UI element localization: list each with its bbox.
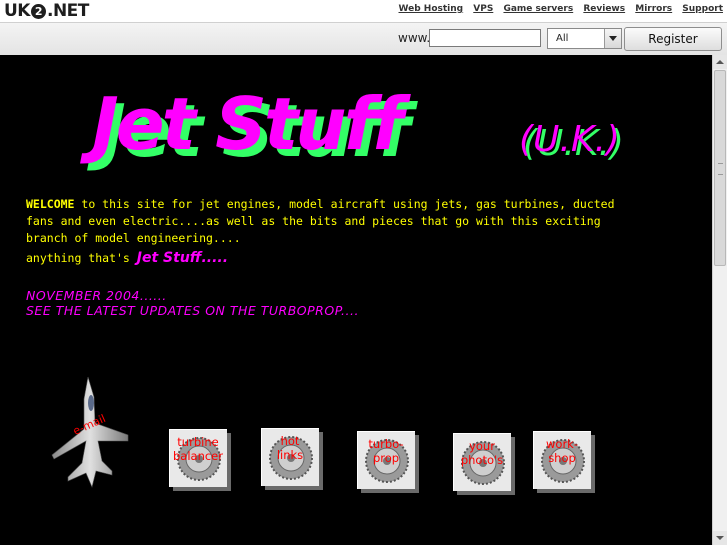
turboprop-button[interactable]: turbo-prop (357, 431, 419, 493)
site-title: Jet Stuff (92, 82, 403, 166)
jet-stuff-page: Jet Stuff (U.K.) WELCOME to this site fo… (0, 55, 712, 545)
label-line-2: shop (548, 451, 576, 465)
welcome-text: WELCOME to this site for jet engines, mo… (26, 196, 666, 247)
welcome-line-3: branch of model engineering.... (26, 231, 241, 245)
hot-links-button[interactable]: hot links (261, 428, 323, 490)
label-line-1: turbo- (368, 437, 404, 451)
link-support[interactable]: Support (682, 4, 723, 14)
domain-search-bar: www. All Register Domain (0, 22, 727, 69)
logo-text-uk: UK (4, 1, 30, 21)
label-line-2: balancer (172, 449, 223, 463)
your-photos-button[interactable]: your photo's (453, 433, 515, 495)
tld-dropdown-button[interactable] (604, 29, 621, 48)
grip-icon (718, 163, 723, 175)
logo-text-net: .NET (46, 1, 89, 21)
anything-line: anything that's Jet Stuff..... (26, 250, 228, 266)
link-vps[interactable]: VPS (473, 4, 493, 14)
anything-prefix: anything that's (26, 251, 137, 265)
scroll-up-arrow-icon[interactable] (713, 55, 727, 69)
turbine-balancer-button[interactable]: turbine balancer (169, 429, 231, 491)
welcome-line-1: to this site for jet engines, model airc… (74, 197, 615, 211)
site-subtitle: (U.K.) (519, 119, 620, 160)
welcome-line-2: fans and even electric....as well as the… (26, 214, 601, 228)
jet-stuff-highlight: Jet Stuff..... (136, 250, 229, 266)
label-line-2: prop (372, 451, 400, 465)
button-label: hot links (255, 434, 325, 462)
top-bar: UK 2 .NET Web Hosting VPS Game servers Rev… (0, 0, 727, 22)
tld-select[interactable]: All (547, 28, 622, 49)
label-line-1: your (469, 439, 495, 453)
label-line-1: hot (280, 434, 300, 448)
link-mirrors[interactable]: Mirrors (635, 4, 672, 14)
jet-aircraft-email-icon[interactable] (50, 375, 130, 490)
tld-select-value: All (556, 33, 569, 44)
news-date: NOVEMBER 2004...... (26, 288, 167, 303)
button-label: work-shop (527, 437, 597, 465)
register-domain-button[interactable]: Register Domain (624, 27, 722, 69)
logo-two-badge: 2 (30, 4, 46, 19)
chevron-down-icon (609, 36, 617, 41)
scroll-down-arrow-icon[interactable] (713, 531, 727, 545)
button-label: turbine balancer (163, 435, 233, 463)
news-update-link[interactable]: SEE THE LATEST UPDATES ON THE TURBOPROP.… (26, 303, 359, 318)
scrollbar-thumb[interactable] (714, 70, 726, 266)
page-scrollbar[interactable] (712, 55, 727, 545)
label-line-2: links (276, 448, 304, 462)
www-prefix-label: www. (398, 31, 431, 45)
uk2-logo[interactable]: UK 2 .NET (4, 1, 89, 21)
news-notice: NOVEMBER 2004...... SEE THE LATEST UPDATE… (26, 288, 359, 318)
link-game-servers[interactable]: Game servers (503, 4, 573, 14)
top-links: Web Hosting VPS Game servers Reviews Mir… (392, 4, 723, 14)
label-line-1: work- (546, 437, 578, 451)
workshop-button[interactable]: work-shop (533, 431, 595, 493)
button-label: your photo's (447, 439, 517, 467)
button-label: turbo-prop (351, 437, 421, 465)
domain-input[interactable] (429, 29, 541, 47)
label-line-1: turbine (177, 435, 219, 449)
link-web-hosting[interactable]: Web Hosting (399, 4, 464, 14)
link-reviews[interactable]: Reviews (583, 4, 625, 14)
label-line-2: photo's (460, 453, 504, 467)
welcome-word: WELCOME (26, 197, 75, 211)
